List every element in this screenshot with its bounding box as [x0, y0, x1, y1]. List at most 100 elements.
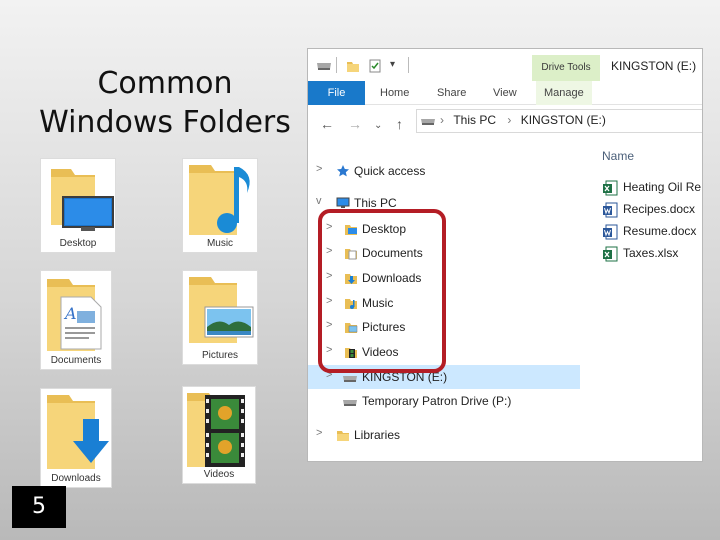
folder-icon[interactable]	[346, 59, 360, 73]
word-icon	[603, 224, 618, 240]
drive-icon	[343, 400, 357, 406]
breadcrumb-this-pc[interactable]: This PC	[453, 113, 496, 127]
nav-item-quick-access[interactable]: > Quick access	[308, 159, 580, 183]
downloads-icon	[345, 274, 357, 284]
documents-icon	[345, 249, 357, 260]
downloads-folder-tile: Downloads	[40, 388, 112, 488]
customize-toolbar-icon[interactable]: ▾	[390, 59, 395, 70]
computer-icon	[336, 197, 350, 208]
documents-folder-icon: A	[47, 279, 102, 351]
svg-text:A: A	[63, 304, 77, 323]
nav-item-label: Temporary Patron Drive (P:)	[362, 394, 512, 408]
videos-folder-tile: Videos	[182, 386, 256, 484]
star-icon	[337, 165, 349, 177]
tab-share[interactable]: Share	[437, 81, 466, 105]
breadcrumb-kingston[interactable]: KINGSTON (E:)	[521, 113, 606, 127]
nav-item-label: Libraries	[354, 428, 401, 442]
tile-label: Documents	[50, 355, 102, 366]
nav-item-libraries[interactable]: > Libraries	[308, 423, 580, 447]
file-name: Taxes.xlsx	[623, 246, 679, 260]
up-arrow-icon[interactable]: ↑	[396, 117, 403, 131]
tile-label: Videos	[203, 469, 235, 480]
nav-item-kingston-drive[interactable]: > KINGSTON (E:)	[308, 365, 580, 389]
videos-icon	[345, 348, 357, 358]
quick-access-toolbar: ▾ Drive Tools KINGSTON (E:)	[308, 49, 702, 81]
tab-file[interactable]: File	[308, 81, 365, 105]
slide-title: Common Windows Folders	[30, 64, 300, 142]
nav-item-music[interactable]: > Music	[308, 291, 580, 315]
file-name: Heating Oil Re	[623, 180, 702, 194]
pictures-icon	[345, 323, 358, 333]
tab-manage[interactable]: Manage	[536, 81, 592, 105]
tile-label: Pictures	[201, 350, 239, 361]
file-item-heating-oil[interactable]: Heating Oil Re	[602, 177, 702, 199]
desktop-folder-icon	[51, 169, 114, 231]
music-folder-tile: Music	[182, 158, 258, 253]
forward-arrow-icon[interactable]: →	[348, 117, 362, 131]
music-icon	[345, 299, 357, 309]
word-icon	[603, 202, 618, 218]
downloads-folder-icon	[47, 395, 109, 469]
nav-item-desktop[interactable]: > Desktop	[308, 217, 580, 241]
nav-item-label: Documents	[362, 246, 423, 260]
tab-view[interactable]: View	[493, 81, 517, 105]
drive-icon[interactable]	[316, 59, 332, 71]
navigation-pane: > Quick access v This PC > Desktop > Doc…	[308, 141, 580, 461]
toolbar-divider	[408, 57, 409, 73]
breadcrumb-separator-icon: ›	[507, 113, 512, 127]
nav-item-label: Quick access	[354, 164, 426, 178]
nav-item-label: KINGSTON (E:)	[362, 370, 448, 384]
documents-folder-tile: A Documents	[40, 270, 112, 370]
expand-chevron-icon[interactable]: >	[326, 369, 332, 381]
expand-chevron-icon[interactable]: >	[326, 344, 332, 356]
nav-item-label: Downloads	[362, 271, 422, 285]
tab-home[interactable]: Home	[380, 81, 409, 105]
tile-label: Downloads	[51, 473, 101, 484]
pictures-folder-tile: Pictures	[182, 270, 258, 365]
music-folder-icon	[189, 165, 250, 235]
expand-chevron-icon[interactable]: >	[316, 163, 322, 175]
column-header-name[interactable]: Name	[602, 149, 634, 163]
excel-icon	[603, 180, 618, 196]
ribbon-tabs: File Home Share View Manage	[308, 81, 702, 105]
nav-item-downloads[interactable]: > Downloads	[308, 266, 580, 290]
nav-item-pictures[interactable]: > Pictures	[308, 315, 580, 339]
desktop-folder-tile: Desktop	[40, 158, 116, 253]
expand-chevron-icon[interactable]: >	[326, 270, 332, 282]
nav-item-label: Desktop	[362, 222, 407, 236]
expand-chevron-icon[interactable]: >	[326, 319, 332, 331]
properties-icon[interactable]	[368, 59, 382, 73]
file-item-recipes[interactable]: Recipes.docx	[602, 199, 702, 221]
nav-item-label: Music	[362, 296, 394, 310]
videos-folder-icon	[187, 393, 245, 467]
expand-chevron-icon[interactable]: >	[326, 295, 332, 307]
nav-item-temporary-patron-drive[interactable]: Temporary Patron Drive (P:)	[308, 389, 580, 413]
nav-item-this-pc[interactable]: v This PC	[308, 191, 580, 215]
libraries-icon	[337, 431, 349, 441]
drive-icon	[421, 119, 435, 125]
nav-item-label: Videos	[362, 345, 399, 359]
collapse-chevron-icon[interactable]: v	[316, 195, 322, 207]
tile-label: Desktop	[59, 238, 97, 249]
recent-locations-chevron-icon[interactable]: ⌄	[374, 119, 382, 133]
file-item-taxes[interactable]: Taxes.xlsx	[602, 243, 702, 265]
nav-item-label: Pictures	[362, 320, 406, 334]
drive-icon	[343, 376, 357, 382]
expand-chevron-icon[interactable]: >	[326, 221, 332, 233]
file-item-resume[interactable]: Resume.docx	[602, 221, 702, 243]
desktop-icon	[345, 225, 357, 235]
nav-item-videos[interactable]: > Videos	[308, 340, 580, 364]
slide-title-line-1: Common	[97, 66, 233, 101]
back-arrow-icon[interactable]: ←	[320, 117, 334, 131]
nav-item-label: This PC	[354, 196, 397, 210]
window-title: KINGSTON (E:)	[611, 59, 697, 73]
file-name: Resume.docx	[623, 224, 697, 238]
breadcrumb-separator-icon: ›	[440, 113, 444, 127]
file-explorer-window: ▾ Drive Tools KINGSTON (E:) File Home Sh…	[307, 48, 703, 462]
file-name: Recipes.docx	[623, 202, 696, 216]
expand-chevron-icon[interactable]: >	[316, 427, 322, 439]
nav-item-documents[interactable]: > Documents	[308, 241, 580, 265]
slide-title-line-2: Windows Folders	[39, 105, 291, 140]
toolbar-divider	[336, 57, 337, 73]
expand-chevron-icon[interactable]: >	[326, 245, 332, 257]
